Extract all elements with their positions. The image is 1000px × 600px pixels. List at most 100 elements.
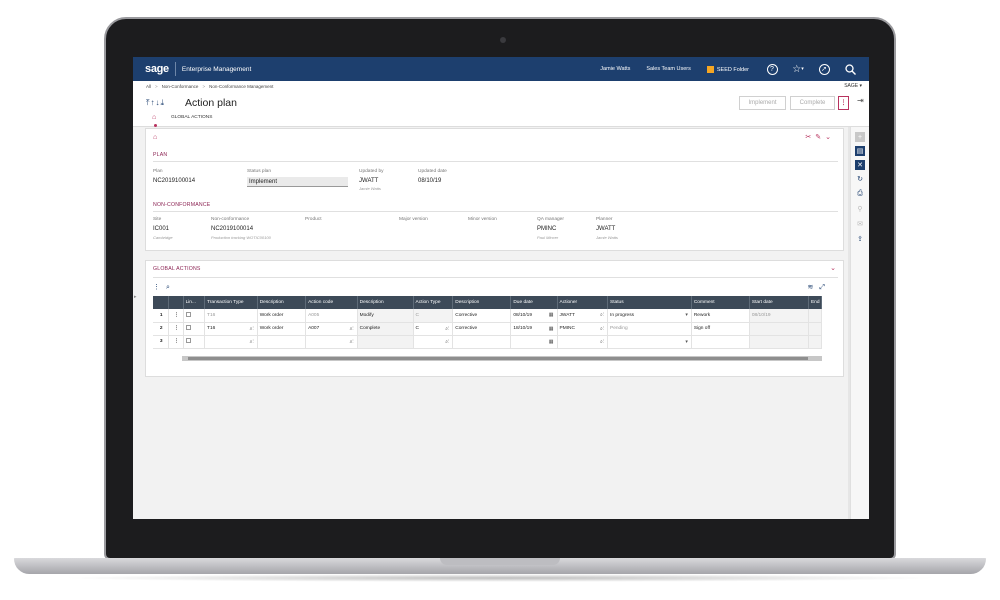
add-icon[interactable]: +: [855, 132, 865, 142]
action-type-cell[interactable]: C ⌕⋮: [413, 322, 454, 336]
panel-expand-handle[interactable]: ▸: [134, 294, 137, 300]
lookup-icon[interactable]: ⌕⋮: [250, 326, 254, 332]
column-header[interactable]: End date: [808, 296, 823, 309]
table-row[interactable]: 3 ⋮ ⌕⋮ ⌕⋮ ⌕⋮ ▦ ⌕⋮ ▾: [153, 335, 823, 349]
tools-icon[interactable]: ✂: [805, 134, 815, 141]
action-code-cell[interactable]: ⌕⋮: [305, 335, 358, 349]
calendar-icon[interactable]: ▦: [549, 312, 554, 318]
chevron-down-icon[interactable]: ⌄: [825, 134, 835, 141]
star-icon[interactable]: ☆ ▾: [791, 62, 805, 76]
calendar-icon[interactable]: ▦: [549, 339, 554, 345]
dropdown-icon[interactable]: ▾: [685, 339, 688, 345]
lookup-icon[interactable]: ⌕⋮: [445, 326, 449, 332]
breadcrumb-nonconformance[interactable]: Non-Conformance: [162, 84, 199, 89]
row-menu-icon[interactable]: ⋮: [168, 322, 184, 336]
action-code-cell[interactable]: A005: [305, 309, 358, 323]
refresh-icon[interactable]: ↻: [855, 174, 865, 184]
horizontal-scrollbar[interactable]: [182, 356, 822, 361]
action-code-cell[interactable]: A007 ⌕⋮: [305, 322, 358, 336]
home-icon[interactable]: ⌂: [152, 114, 156, 121]
status-cell[interactable]: In progress ▾: [607, 309, 692, 323]
dropdown-icon[interactable]: ▾: [685, 312, 688, 318]
row-checkbox[interactable]: [185, 338, 191, 343]
column-header[interactable]: Description: [257, 296, 307, 309]
grid-menu-icon[interactable]: ⋮: [153, 284, 166, 291]
row-menu-icon[interactable]: ⋮: [168, 335, 184, 349]
action-type-cell[interactable]: C: [413, 309, 454, 323]
lookup-icon[interactable]: ⌕⋮: [600, 312, 604, 318]
share-icon[interactable]: ⇪: [855, 234, 865, 244]
table-row[interactable]: 2 ⋮ T16 ⌕⋮ Work order A007 ⌕⋮ Complete C ⌕⋮…: [153, 322, 823, 336]
action-type-cell[interactable]: ⌕⋮: [413, 335, 454, 349]
actioner-cell[interactable]: JWATT ⌕⋮: [557, 309, 609, 323]
column-header[interactable]: Actioner: [557, 296, 609, 309]
column-header[interactable]: Action code: [305, 296, 358, 309]
folder-menu[interactable]: SEED Folder: [706, 65, 749, 73]
sage-logo[interactable]: sage: [145, 63, 169, 75]
calendar-icon[interactable]: ▦: [549, 326, 554, 332]
expand-icon[interactable]: ⤢: [819, 284, 831, 291]
transaction-type-cell[interactable]: ⌕⋮: [204, 335, 258, 349]
section-home-icon[interactable]: ⌂: [153, 134, 157, 141]
column-header[interactable]: Comment: [691, 296, 750, 309]
breadcrumb-all[interactable]: All: [146, 84, 151, 89]
row-checkbox-cell[interactable]: [183, 322, 206, 336]
close-icon[interactable]: ✕: [855, 160, 865, 170]
save-icon[interactable]: ▤: [855, 146, 865, 156]
column-header[interactable]: Status: [607, 296, 692, 309]
complete-button[interactable]: Complete: [790, 96, 835, 110]
actioner-cell[interactable]: ⌕⋮: [557, 335, 609, 349]
column-header[interactable]: Action Type: [413, 296, 454, 309]
row-checkbox[interactable]: [185, 311, 191, 317]
user-menu[interactable]: Jamie Watts: [600, 66, 630, 72]
tab-global-actions[interactable]: GLOBAL ACTIONS: [171, 115, 212, 120]
status-plan-field[interactable]: Implement: [247, 177, 348, 187]
row-menu-icon[interactable]: ⋮: [168, 309, 184, 323]
qa-manager-value[interactable]: PMINC: [537, 226, 556, 232]
lookup-icon[interactable]: ⌕⋮: [350, 339, 354, 345]
column-header[interactable]: Transaction Type: [204, 296, 258, 309]
search-icon[interactable]: [843, 62, 857, 76]
grid-search-icon[interactable]: ⌕: [166, 284, 176, 291]
lookup-icon[interactable]: ⌕⋮: [250, 339, 254, 345]
help-icon[interactable]: ?: [765, 62, 779, 76]
comment-cell[interactable]: [691, 335, 750, 349]
more-actions-button[interactable]: ⋮: [838, 96, 849, 110]
compass-icon[interactable]: ➚: [817, 62, 831, 76]
actioner-cell[interactable]: PMINC ⌕⋮: [557, 322, 609, 336]
column-header[interactable]: Lin...: [183, 296, 206, 309]
lookup-icon[interactable]: ⌕⋮: [600, 326, 604, 332]
row-checkbox-cell[interactable]: [183, 335, 206, 349]
row-checkbox[interactable]: [185, 325, 191, 330]
record-nav-arrows[interactable]: ⤒↑↓⤓: [146, 98, 165, 108]
status-cell[interactable]: ▾: [607, 335, 692, 349]
transaction-type-cell[interactable]: T16: [204, 309, 258, 323]
column-header[interactable]: Due date: [510, 296, 558, 309]
updated-by-value[interactable]: JWATT: [359, 178, 378, 184]
row-checkbox-cell[interactable]: [183, 309, 206, 323]
print-icon[interactable]: ⎙: [855, 189, 865, 199]
chevron-down-icon[interactable]: ⌄: [830, 264, 836, 272]
layers-icon[interactable]: ≋: [808, 284, 820, 291]
lookup-icon[interactable]: ⌕⋮: [350, 326, 354, 332]
column-header[interactable]: Description: [452, 296, 512, 309]
exit-icon[interactable]: ⇥: [857, 96, 864, 105]
table-row[interactable]: 1 ⋮ T16 Work order A005 Modify C Correct…: [153, 309, 823, 323]
due-date-cell[interactable]: ▦: [510, 335, 558, 349]
lookup-icon[interactable]: ⌕⋮: [600, 339, 604, 345]
site-value[interactable]: IC001: [153, 226, 169, 232]
column-header[interactable]: Start date: [749, 296, 809, 309]
edit-icon[interactable]: ✎: [815, 134, 825, 141]
site-selector[interactable]: SAGE ▾: [844, 81, 862, 92]
planner-value[interactable]: JWATT: [596, 226, 615, 232]
due-date-cell[interactable]: 18/10/19 ▦: [510, 322, 558, 336]
scrollbar-thumb[interactable]: [188, 357, 808, 360]
attachment-icon[interactable]: ⚲: [855, 204, 865, 214]
implement-button[interactable]: Implement: [739, 96, 786, 110]
due-date-cell[interactable]: 08/10/19 ▦: [510, 309, 558, 323]
comment-icon[interactable]: ✉: [855, 219, 865, 229]
breadcrumb-nc-management[interactable]: Non-Conformance Management: [209, 84, 273, 89]
column-header[interactable]: Description: [357, 296, 414, 309]
transaction-type-cell[interactable]: T16 ⌕⋮: [204, 322, 258, 336]
comment-cell[interactable]: Sign off: [691, 322, 750, 336]
